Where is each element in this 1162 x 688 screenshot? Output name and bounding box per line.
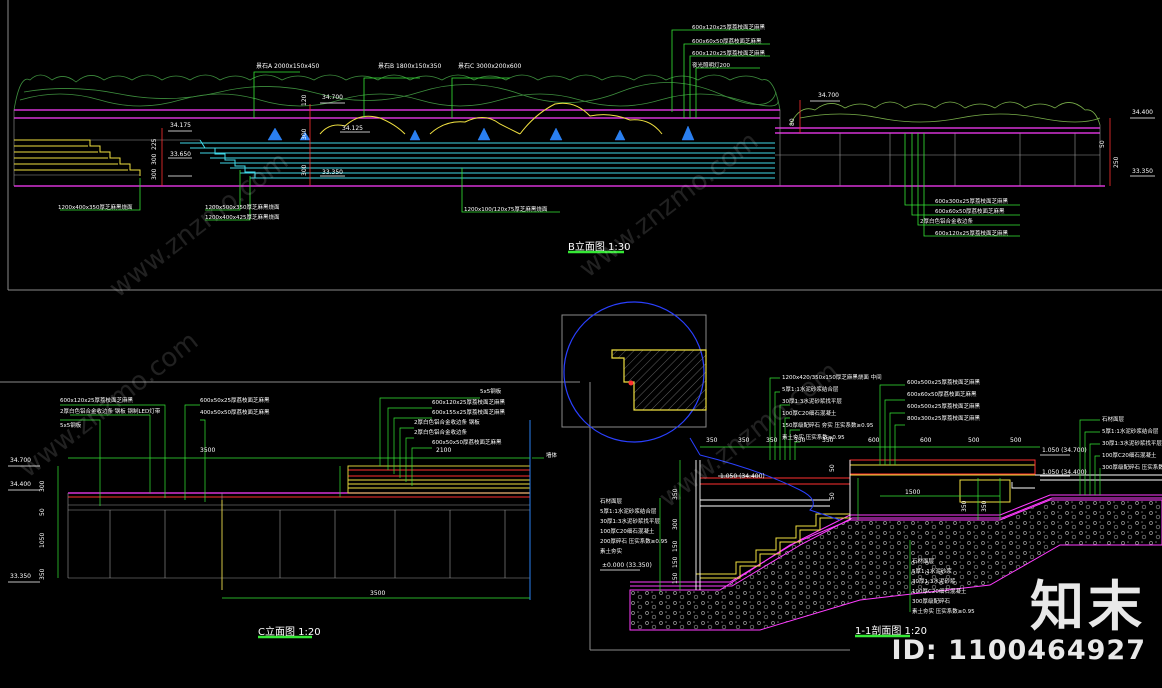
brand-logo: 知末 [1030,575,1146,638]
b-elevation [13,29,1155,254]
brand-id: ID: 1100464927 [891,635,1146,666]
hedge-left [13,74,781,111]
hedge-right [789,101,1101,126]
c-elevation [8,397,544,639]
detail-callout [563,301,707,456]
brand-watermark: 知末 ID: 1100464927 [891,575,1146,667]
